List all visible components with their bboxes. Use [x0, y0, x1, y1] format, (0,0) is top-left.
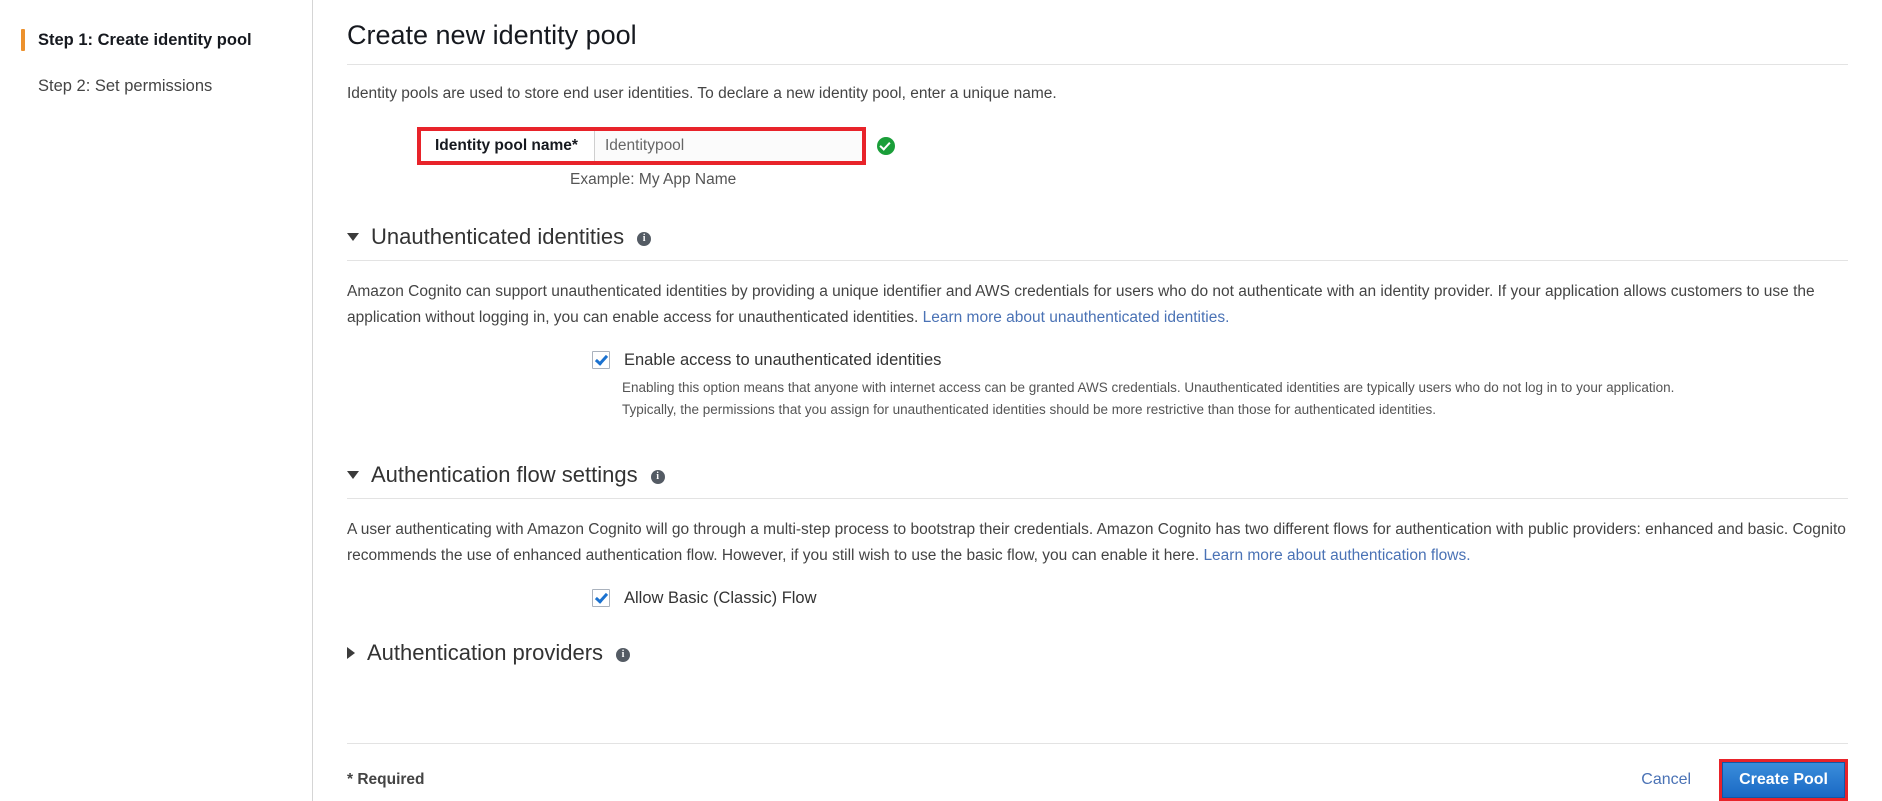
- section-header-authentication-flow-settings[interactable]: Authentication flow settings i: [347, 461, 1848, 499]
- caret-down-icon[interactable]: [347, 471, 359, 479]
- create-pool-highlight-box: Create Pool: [1719, 758, 1848, 801]
- section-spacer-1: [347, 421, 1848, 461]
- enable-unauthenticated-identities-block: Enable access to unauthenticated identit…: [592, 349, 1848, 421]
- check-circle-icon: [876, 137, 895, 155]
- allow-basic-flow-block: Allow Basic (Classic) Flow: [592, 587, 1848, 609]
- section-body-unauthenticated-identities: Amazon Cognito can support unauthenticat…: [347, 279, 1848, 331]
- section-title-unauthenticated-identities: Unauthenticated identities: [371, 224, 625, 249]
- info-icon[interactable]: i: [616, 648, 631, 662]
- identity-pool-name-row: Identity pool name*: [417, 127, 1848, 165]
- title-divider: [347, 64, 1848, 65]
- allow-basic-flow-checkbox[interactable]: [592, 589, 610, 607]
- enable-unauthenticated-identities-description: Enabling this option means that anyone w…: [622, 377, 1802, 421]
- create-pool-button[interactable]: Create Pool: [1722, 761, 1845, 798]
- section-title-authentication-flow-settings: Authentication flow settings: [371, 462, 638, 487]
- section-authentication-flow-settings: Authentication flow settings i A user au…: [347, 461, 1848, 609]
- identity-pool-name-input[interactable]: [593, 131, 862, 161]
- caret-right-icon[interactable]: [347, 647, 355, 659]
- identity-pool-name-hint: Example: My App Name: [570, 171, 737, 188]
- page-footer: * Required Cancel Create Pool: [347, 743, 1848, 801]
- allow-basic-flow-row[interactable]: Allow Basic (Classic) Flow: [592, 587, 1848, 609]
- caret-down-icon[interactable]: [347, 233, 359, 241]
- wizard-steps-sidebar: Step 1: Create identity pool Step 2: Set…: [0, 0, 313, 801]
- description-line-1: Enabling this option means that anyone w…: [622, 380, 1675, 395]
- section-authentication-providers: Authentication providers i: [347, 639, 1848, 676]
- section-header-authentication-providers[interactable]: Authentication providers i: [347, 639, 1848, 676]
- learn-more-unauthenticated-identities-link[interactable]: Learn more about unauthenticated identit…: [923, 309, 1230, 326]
- enable-unauthenticated-identities-row[interactable]: Enable access to unauthenticated identit…: [592, 349, 1848, 371]
- info-icon[interactable]: i: [650, 470, 665, 484]
- footer-actions: Cancel Create Pool: [1631, 758, 1848, 801]
- main-content: Create new identity pool Identity pools …: [313, 0, 1882, 801]
- intro-text: Identity pools are used to store end use…: [347, 85, 1057, 102]
- identity-pool-name-highlight-box: Identity pool name*: [417, 127, 866, 165]
- learn-more-authentication-flows-link[interactable]: Learn more about authentication flows.: [1203, 547, 1470, 564]
- required-note: * Required: [347, 770, 425, 788]
- sidebar-step-2-label: Step 2: Set permissions: [38, 77, 213, 95]
- enable-unauthenticated-identities-label: Enable access to unauthenticated identit…: [624, 351, 942, 369]
- identity-pool-name-label: Identity pool name*: [421, 131, 594, 161]
- sidebar-step-1[interactable]: Step 1: Create identity pool: [0, 24, 312, 56]
- sidebar-step-1-label: Step 1: Create identity pool: [38, 31, 252, 49]
- sidebar-step-2[interactable]: Step 2: Set permissions: [0, 70, 312, 102]
- description-line-2: Typically, the permissions that you assi…: [622, 402, 1436, 417]
- section-body-text: A user authenticating with Amazon Cognit…: [347, 521, 1846, 564]
- cancel-button[interactable]: Cancel: [1631, 765, 1701, 795]
- enable-unauthenticated-identities-checkbox[interactable]: [592, 351, 610, 369]
- section-title-authentication-providers: Authentication providers: [367, 640, 604, 665]
- section-unauthenticated-identities: Unauthenticated identities i Amazon Cogn…: [347, 223, 1848, 421]
- section-body-authentication-flow-settings: A user authenticating with Amazon Cognit…: [347, 517, 1848, 569]
- page-title: Create new identity pool: [347, 20, 637, 50]
- info-icon[interactable]: i: [637, 232, 652, 246]
- section-header-unauthenticated-identities[interactable]: Unauthenticated identities i: [347, 223, 1848, 261]
- active-step-marker: [21, 29, 25, 51]
- allow-basic-flow-label: Allow Basic (Classic) Flow: [624, 589, 817, 607]
- create-identity-pool-page: Step 1: Create identity pool Step 2: Set…: [0, 0, 1882, 801]
- section-spacer-2: [347, 609, 1848, 639]
